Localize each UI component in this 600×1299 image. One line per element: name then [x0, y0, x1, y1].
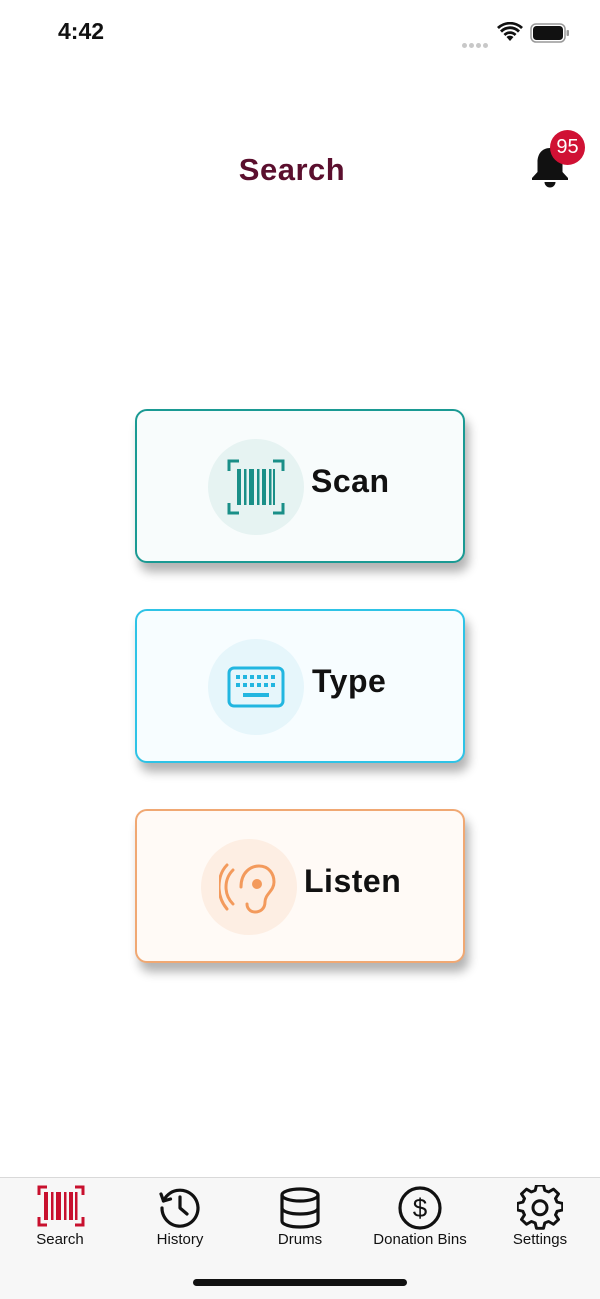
type-icon-circle [208, 639, 304, 735]
barcode-icon [37, 1185, 85, 1227]
listen-icon-circle [201, 839, 297, 935]
listen-label: Listen [304, 863, 402, 899]
dollar-icon: $ [398, 1186, 442, 1230]
tab-settings-label: Settings [512, 1231, 568, 1248]
type-label: Type [312, 663, 387, 699]
barcode-scan-icon [227, 459, 285, 515]
scan-button[interactable]: Scan [135, 409, 465, 563]
tab-history-label: History [156, 1231, 204, 1248]
tab-donation-bins[interactable]: $ Donation Bins [360, 1178, 480, 1258]
scan-label: Scan [311, 463, 390, 499]
cellular-signal-icon [462, 35, 490, 53]
history-icon [159, 1188, 200, 1228]
battery-icon [530, 23, 569, 43]
tab-donation-bins-label: Donation Bins [373, 1231, 467, 1248]
type-button[interactable]: Type [135, 609, 465, 763]
home-indicator[interactable] [193, 1279, 407, 1286]
status-bar: 4:42 [0, 0, 600, 66]
tab-drums-label: Drums [277, 1231, 323, 1248]
keyboard-icon [227, 666, 285, 708]
tab-settings[interactable]: Settings [480, 1178, 600, 1258]
database-icon [280, 1187, 320, 1229]
ear-icon [219, 863, 276, 914]
search-screen: 4:42 Search 95 Scan Type Listen Search H… [0, 0, 600, 1299]
tab-history[interactable]: History [120, 1178, 240, 1258]
tab-search[interactable]: Search [0, 1178, 120, 1258]
tab-drums[interactable]: Drums [240, 1178, 360, 1258]
svg-text:$: $ [413, 1193, 428, 1223]
listen-button[interactable]: Listen [135, 809, 465, 963]
tab-search-label: Search [36, 1231, 84, 1248]
gear-icon [517, 1185, 563, 1230]
wifi-icon [497, 22, 523, 41]
status-time: 4:42 [58, 18, 105, 44]
page-title: Search [238, 152, 346, 187]
scan-icon-circle [208, 439, 304, 535]
notification-count-badge: 95 [550, 130, 585, 165]
